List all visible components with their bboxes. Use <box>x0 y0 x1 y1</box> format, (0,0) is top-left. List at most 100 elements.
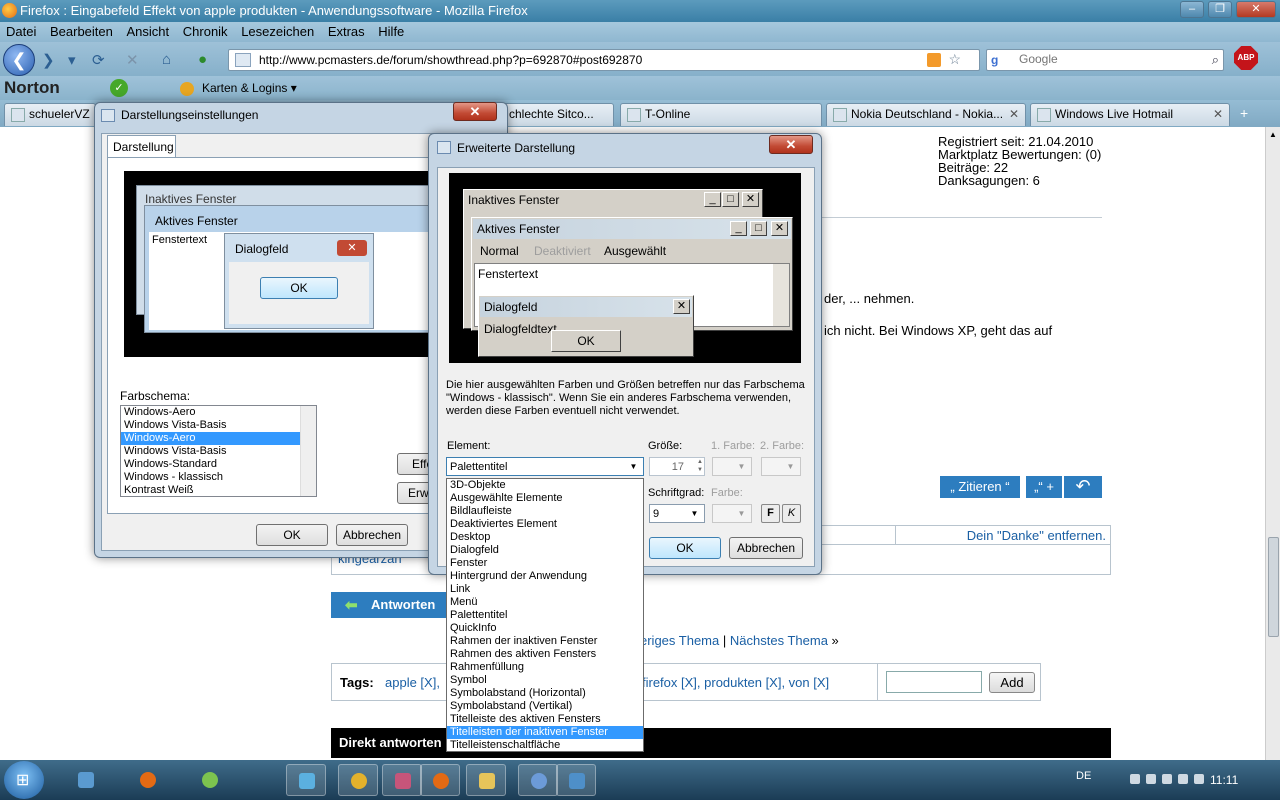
tab-t-online[interactable]: T-Online <box>620 103 822 126</box>
tag-links[interactable]: apple [X], <box>385 675 440 690</box>
list-item[interactable]: Dialogfeld <box>447 544 643 557</box>
add-tag-button[interactable]: Add <box>989 672 1035 693</box>
list-item[interactable]: Windows Vista-Basis <box>121 445 300 458</box>
search-icon[interactable]: ⌕ <box>1212 52 1219 68</box>
list-item[interactable]: Deaktiviertes Element <box>447 518 643 531</box>
chevron-down-icon[interactable]: ▼ <box>687 505 702 522</box>
font-color-picker[interactable]: ▼ <box>712 504 752 523</box>
tag-links[interactable]: firefox [X], produkten [X], von [X] <box>642 675 829 690</box>
home-icon[interactable]: ⌂ <box>162 51 171 68</box>
firefox-quicklaunch[interactable] <box>128 764 168 796</box>
add-tag-input[interactable] <box>886 671 982 693</box>
menu-datei[interactable]: Datei <box>0 22 40 39</box>
logins-button[interactable]: Karten & Logins ▾ <box>180 81 297 96</box>
list-item[interactable]: Symbolabstand (Horizontal) <box>447 687 643 700</box>
search-bar[interactable]: g ⌕ <box>986 49 1224 71</box>
taskbar-app[interactable] <box>518 764 558 796</box>
back-button[interactable]: ❮ <box>3 44 35 76</box>
list-item[interactable]: Titelleiste des aktiven Fensters <box>447 713 643 726</box>
list-scrollbar[interactable] <box>300 406 316 496</box>
chevron-down-icon[interactable]: ▼ <box>734 505 749 522</box>
list-item[interactable]: Windows Vista-Basis <box>121 419 300 432</box>
address-bar[interactable]: http://www.pcmasters.de/forum/showthread… <box>228 49 980 71</box>
quick-reply-icon[interactable]: ↶ <box>1064 476 1102 498</box>
tray-security-icon[interactable] <box>1146 774 1156 784</box>
list-item[interactable]: Fenster <box>447 557 643 570</box>
menu-hilfe[interactable]: Hilfe <box>372 22 408 39</box>
italic-button[interactable]: K <box>782 504 801 523</box>
multiquote-button[interactable]: „“ + <box>1026 476 1062 498</box>
list-item[interactable]: Symbolabstand (Vertikal) <box>447 700 643 713</box>
list-item[interactable]: Titelleistenschaltfläche <box>447 739 643 752</box>
element-combobox[interactable]: Palettentitel ▼ <box>446 457 644 476</box>
reload-icon[interactable]: ⟳ <box>92 51 105 69</box>
list-item[interactable]: Menü <box>447 596 643 609</box>
list-item[interactable]: Desktop <box>447 531 643 544</box>
search-input[interactable] <box>1019 52 1189 66</box>
tray-volume-icon[interactable] <box>1194 774 1204 784</box>
history-dropdown-icon[interactable]: ▾ <box>68 51 76 69</box>
list-item[interactable]: Windows - klassisch <box>121 471 300 484</box>
tab-darstellung[interactable]: Darstellung <box>107 135 176 157</box>
list-item[interactable]: Palettentitel <box>447 609 643 622</box>
norton-check-icon[interactable]: ✓ <box>110 79 128 97</box>
size-spinner[interactable]: 17 ▲ ▼ <box>649 457 705 476</box>
clock[interactable]: 11:11 <box>1210 773 1238 787</box>
close-tab-icon[interactable]: ✕ <box>1009 107 1019 121</box>
spin-down-icon[interactable]: ▼ <box>697 467 703 473</box>
tray-sync-icon[interactable] <box>1162 774 1172 784</box>
menu-ansicht[interactable]: Ansicht <box>121 22 174 39</box>
url-text[interactable]: http://www.pcmasters.de/forum/showthread… <box>259 53 642 67</box>
maximize-button[interactable]: ❐ <box>1208 1 1232 18</box>
close-window-button[interactable]: ✕ <box>1236 1 1276 18</box>
remove-thanks-link[interactable]: Dein "Danke" entfernen. <box>967 528 1106 543</box>
language-indicator[interactable]: DE <box>1076 770 1091 782</box>
users-quicklaunch[interactable] <box>190 764 230 796</box>
tab-schuelervz[interactable]: schuelerVZ <box>4 103 96 126</box>
cancel-button[interactable]: Abbrechen <box>336 524 408 546</box>
menu-extras[interactable]: Extras <box>322 22 369 39</box>
list-item[interactable]: Windows-Aero <box>121 406 300 419</box>
list-item[interactable]: Bildlaufleiste <box>447 505 643 518</box>
close-icon[interactable]: ✕ <box>769 135 813 154</box>
norton-logo[interactable]: Norton <box>4 78 60 98</box>
addon-icon[interactable]: ● <box>198 51 207 68</box>
page-scrollbar[interactable]: ▲ <box>1265 127 1280 760</box>
color-scheme-list[interactable]: Windows-Aero Windows Vista-Basis Windows… <box>120 405 317 497</box>
ok-button[interactable]: OK <box>256 524 328 546</box>
reply-button[interactable]: ⬅ Antworten <box>331 592 449 618</box>
next-thread-link[interactable]: Nächstes Thema <box>730 633 828 648</box>
rss-icon[interactable] <box>927 53 941 67</box>
effects-button[interactable]: Effe <box>397 453 433 475</box>
spin-up-icon[interactable]: ▲ <box>697 459 703 465</box>
chevron-down-icon[interactable]: ▼ <box>783 458 798 475</box>
scroll-up-icon[interactable]: ▲ <box>1269 130 1277 139</box>
cancel-button[interactable]: Abbrechen <box>729 537 803 559</box>
new-tab-button[interactable]: + <box>1240 105 1248 121</box>
list-item[interactable]: Ausgewählte Elemente <box>447 492 643 505</box>
close-tab-icon[interactable]: ✕ <box>1213 107 1223 121</box>
taskbar-display-settings[interactable] <box>556 764 596 796</box>
minimize-button[interactable]: ‒ <box>1180 1 1204 18</box>
advanced-button[interactable]: Erwe <box>397 482 435 504</box>
list-item[interactable]: QuickInfo <box>447 622 643 635</box>
tab-nokia[interactable]: Nokia Deutschland - Nokia... ✕ <box>826 103 1026 126</box>
list-item[interactable]: Rahmenfüllung <box>447 661 643 674</box>
show-desktop-button[interactable] <box>66 764 106 796</box>
taskbar-firefox[interactable] <box>420 764 460 796</box>
menu-chronik[interactable]: Chronik <box>177 22 232 39</box>
close-icon[interactable]: ✕ <box>453 102 497 121</box>
chevron-down-icon[interactable]: ▼ <box>734 458 749 475</box>
list-item[interactable]: Rahmen des aktiven Fensters <box>447 648 643 661</box>
forward-icon[interactable]: ❯ <box>42 51 55 69</box>
taskbar-app[interactable] <box>286 764 326 796</box>
stop-icon[interactable]: ✕ <box>126 51 139 69</box>
list-item[interactable]: Kontrast Weiß <box>121 484 300 497</box>
taskbar-app[interactable] <box>382 764 422 796</box>
list-item-selected[interactable]: Windows-Aero <box>121 432 300 445</box>
ok-button[interactable]: OK <box>649 537 721 559</box>
google-icon[interactable]: g <box>991 53 998 67</box>
list-item[interactable]: Link <box>447 583 643 596</box>
taskbar-explorer[interactable] <box>466 764 506 796</box>
list-item[interactable]: 3D-Objekte <box>447 479 643 492</box>
